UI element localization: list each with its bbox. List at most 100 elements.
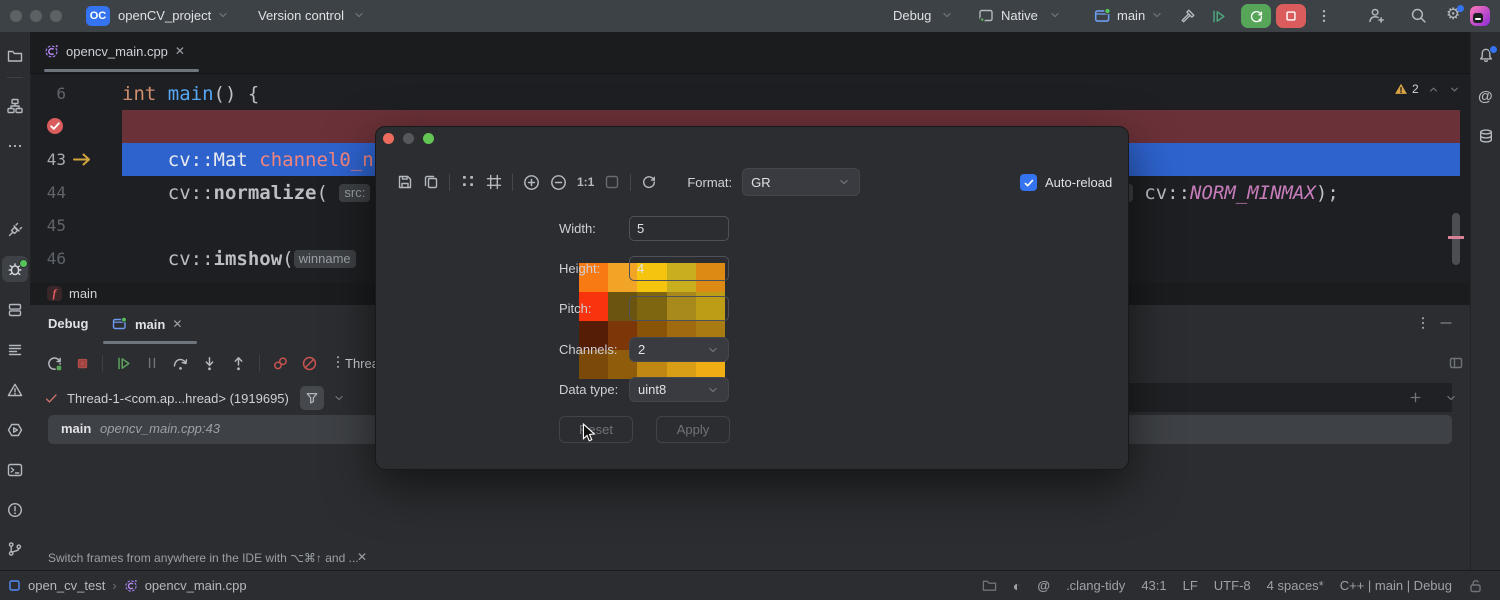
- code-token: (: [316, 182, 339, 204]
- warnings-badge[interactable]: 2: [1394, 82, 1419, 96]
- search-icon[interactable]: [1410, 7, 1427, 24]
- tab-opencv-main-cpp[interactable]: opencv_main.cpp ✕: [44, 32, 185, 70]
- thread-selector-row[interactable]: Thread-1-<com.ap...hread> (1919695): [44, 385, 346, 411]
- layout-settings-icon[interactable]: [1448, 355, 1464, 371]
- clang-tidy-widget[interactable]: .clang-tidy: [1066, 578, 1125, 593]
- terminal-icon[interactable]: [7, 462, 23, 478]
- user-avatar[interactable]: [1470, 6, 1490, 26]
- tab-close-icon[interactable]: ✕: [175, 44, 185, 58]
- thread-filter-button[interactable]: [300, 386, 324, 410]
- window-zoom-button[interactable]: [50, 10, 62, 22]
- structure-icon[interactable]: [7, 98, 23, 114]
- pause-icon[interactable]: [144, 355, 160, 371]
- caret-position-widget[interactable]: 43:1: [1141, 578, 1166, 593]
- chevron-down-icon[interactable]: [1444, 391, 1458, 405]
- view-breakpoints-icon[interactable]: [272, 355, 289, 372]
- window-minimize-button[interactable]: [30, 10, 42, 22]
- breakpoint-icon[interactable]: [45, 116, 65, 136]
- titlebar: OC openCV_project Version control Debug …: [0, 0, 1500, 32]
- chevron-down-icon[interactable]: [332, 391, 346, 405]
- rerun-debug-button[interactable]: [1241, 4, 1271, 28]
- run-mode-selector[interactable]: Debug: [893, 8, 931, 23]
- vcs-widget[interactable]: Version control: [258, 8, 344, 23]
- debug-hide-icon[interactable]: [1438, 315, 1454, 331]
- pitch-input[interactable]: [629, 296, 729, 321]
- line-separator-widget[interactable]: LF: [1183, 578, 1198, 593]
- project-logo[interactable]: OC: [86, 6, 110, 26]
- refresh-icon[interactable]: [641, 174, 657, 190]
- more-tools-icon[interactable]: [7, 138, 23, 154]
- tab-threads-variables[interactable]: Threa: [345, 356, 379, 371]
- datatype-select[interactable]: uint8: [629, 377, 729, 402]
- auto-reload-checkbox[interactable]: [1020, 174, 1037, 191]
- database-icon[interactable]: [1478, 128, 1494, 144]
- build-hammer-icon[interactable]: [1180, 8, 1196, 24]
- resume-profile-icon[interactable]: [1210, 8, 1227, 25]
- zoom-in-icon[interactable]: [523, 174, 540, 191]
- height-input[interactable]: [629, 256, 729, 281]
- ai-status-icon[interactable]: @: [1037, 578, 1050, 593]
- prev-problem-icon[interactable]: [1427, 83, 1440, 96]
- settings-gear-icon[interactable]: ⚙: [1446, 6, 1460, 24]
- notifications-bell-icon[interactable]: [1478, 47, 1494, 63]
- breadcrumb[interactable]: main: [69, 286, 97, 301]
- stop-icon[interactable]: [75, 356, 90, 371]
- auto-reload-row: Auto-reload: [1020, 174, 1112, 191]
- stop-button[interactable]: [1276, 4, 1306, 28]
- actual-size-button[interactable]: 1:1: [577, 175, 594, 189]
- zoom-out-icon[interactable]: [550, 174, 567, 191]
- step-out-icon[interactable]: [230, 355, 247, 372]
- list-icon[interactable]: [7, 342, 23, 358]
- more-actions-kebab-icon[interactable]: [1316, 7, 1332, 25]
- tip-close-icon[interactable]: ✕: [357, 550, 367, 564]
- code-with-me-icon[interactable]: [1368, 7, 1385, 24]
- debug-title[interactable]: Debug: [48, 316, 88, 331]
- tab-close-icon[interactable]: ✕: [172, 317, 182, 331]
- folder-small-icon[interactable]: [982, 578, 997, 593]
- language-context-widget[interactable]: C++ | main | Debug: [1340, 578, 1452, 593]
- problems-circle-icon[interactable]: [7, 502, 23, 518]
- dialog-zoom-button[interactable]: [423, 133, 434, 144]
- debug-bug-icon[interactable]: [7, 261, 23, 277]
- project-selector[interactable]: openCV_project: [118, 8, 211, 23]
- indent-widget[interactable]: 4 spaces*: [1267, 578, 1324, 593]
- services-run-icon[interactable]: [7, 422, 23, 438]
- dialog-close-button[interactable]: [383, 133, 394, 144]
- pixel-grid-toggle-icon[interactable]: [460, 173, 476, 192]
- channels-select[interactable]: 2: [629, 337, 729, 362]
- dialog-minimize-button[interactable]: [403, 133, 414, 144]
- crop-frame-icon[interactable]: [486, 174, 502, 190]
- git-branch-icon[interactable]: [7, 541, 23, 557]
- problems-triangle-icon[interactable]: [7, 382, 23, 398]
- apply-button[interactable]: Apply: [656, 416, 730, 443]
- target-selector[interactable]: Native: [1001, 8, 1038, 23]
- format-select[interactable]: GR: [742, 168, 860, 196]
- encoding-widget[interactable]: UTF-8: [1214, 578, 1251, 593]
- next-problem-icon[interactable]: [1448, 83, 1461, 96]
- width-input[interactable]: [629, 216, 729, 241]
- services-stack-icon[interactable]: [7, 302, 23, 318]
- plug-icon[interactable]: [7, 222, 23, 238]
- step-over-icon[interactable]: [172, 355, 189, 372]
- status-breadcrumb-file[interactable]: opencv_main.cpp: [145, 578, 247, 593]
- unlocked-padlock-icon[interactable]: [1468, 578, 1484, 594]
- debug-options-kebab-icon[interactable]: [1415, 315, 1431, 334]
- status-breadcrumb-project[interactable]: open_cv_test: [28, 578, 105, 593]
- editor-scrollbar-thumb[interactable]: [1452, 213, 1460, 265]
- resume-icon[interactable]: [115, 355, 132, 372]
- save-image-icon[interactable]: [397, 174, 413, 190]
- ai-assistant-icon[interactable]: @: [1478, 88, 1494, 104]
- project-folder-icon[interactable]: [7, 48, 23, 64]
- copy-image-icon[interactable]: [423, 174, 439, 190]
- add-watch-icon[interactable]: [1408, 390, 1423, 405]
- line-number: 45: [30, 209, 66, 242]
- rerun-icon[interactable]: [46, 355, 63, 372]
- debug-tab-main[interactable]: main ✕: [112, 311, 182, 337]
- window-close-button[interactable]: [10, 10, 22, 22]
- fit-to-window-icon[interactable]: [604, 174, 620, 190]
- run-config-selector[interactable]: main: [1117, 8, 1145, 23]
- step-into-icon[interactable]: [201, 355, 218, 372]
- theme-contrast-icon[interactable]: ◐: [1013, 578, 1021, 594]
- mute-breakpoints-icon[interactable]: [301, 355, 318, 372]
- debug-more-kebab-icon[interactable]: [330, 354, 346, 373]
